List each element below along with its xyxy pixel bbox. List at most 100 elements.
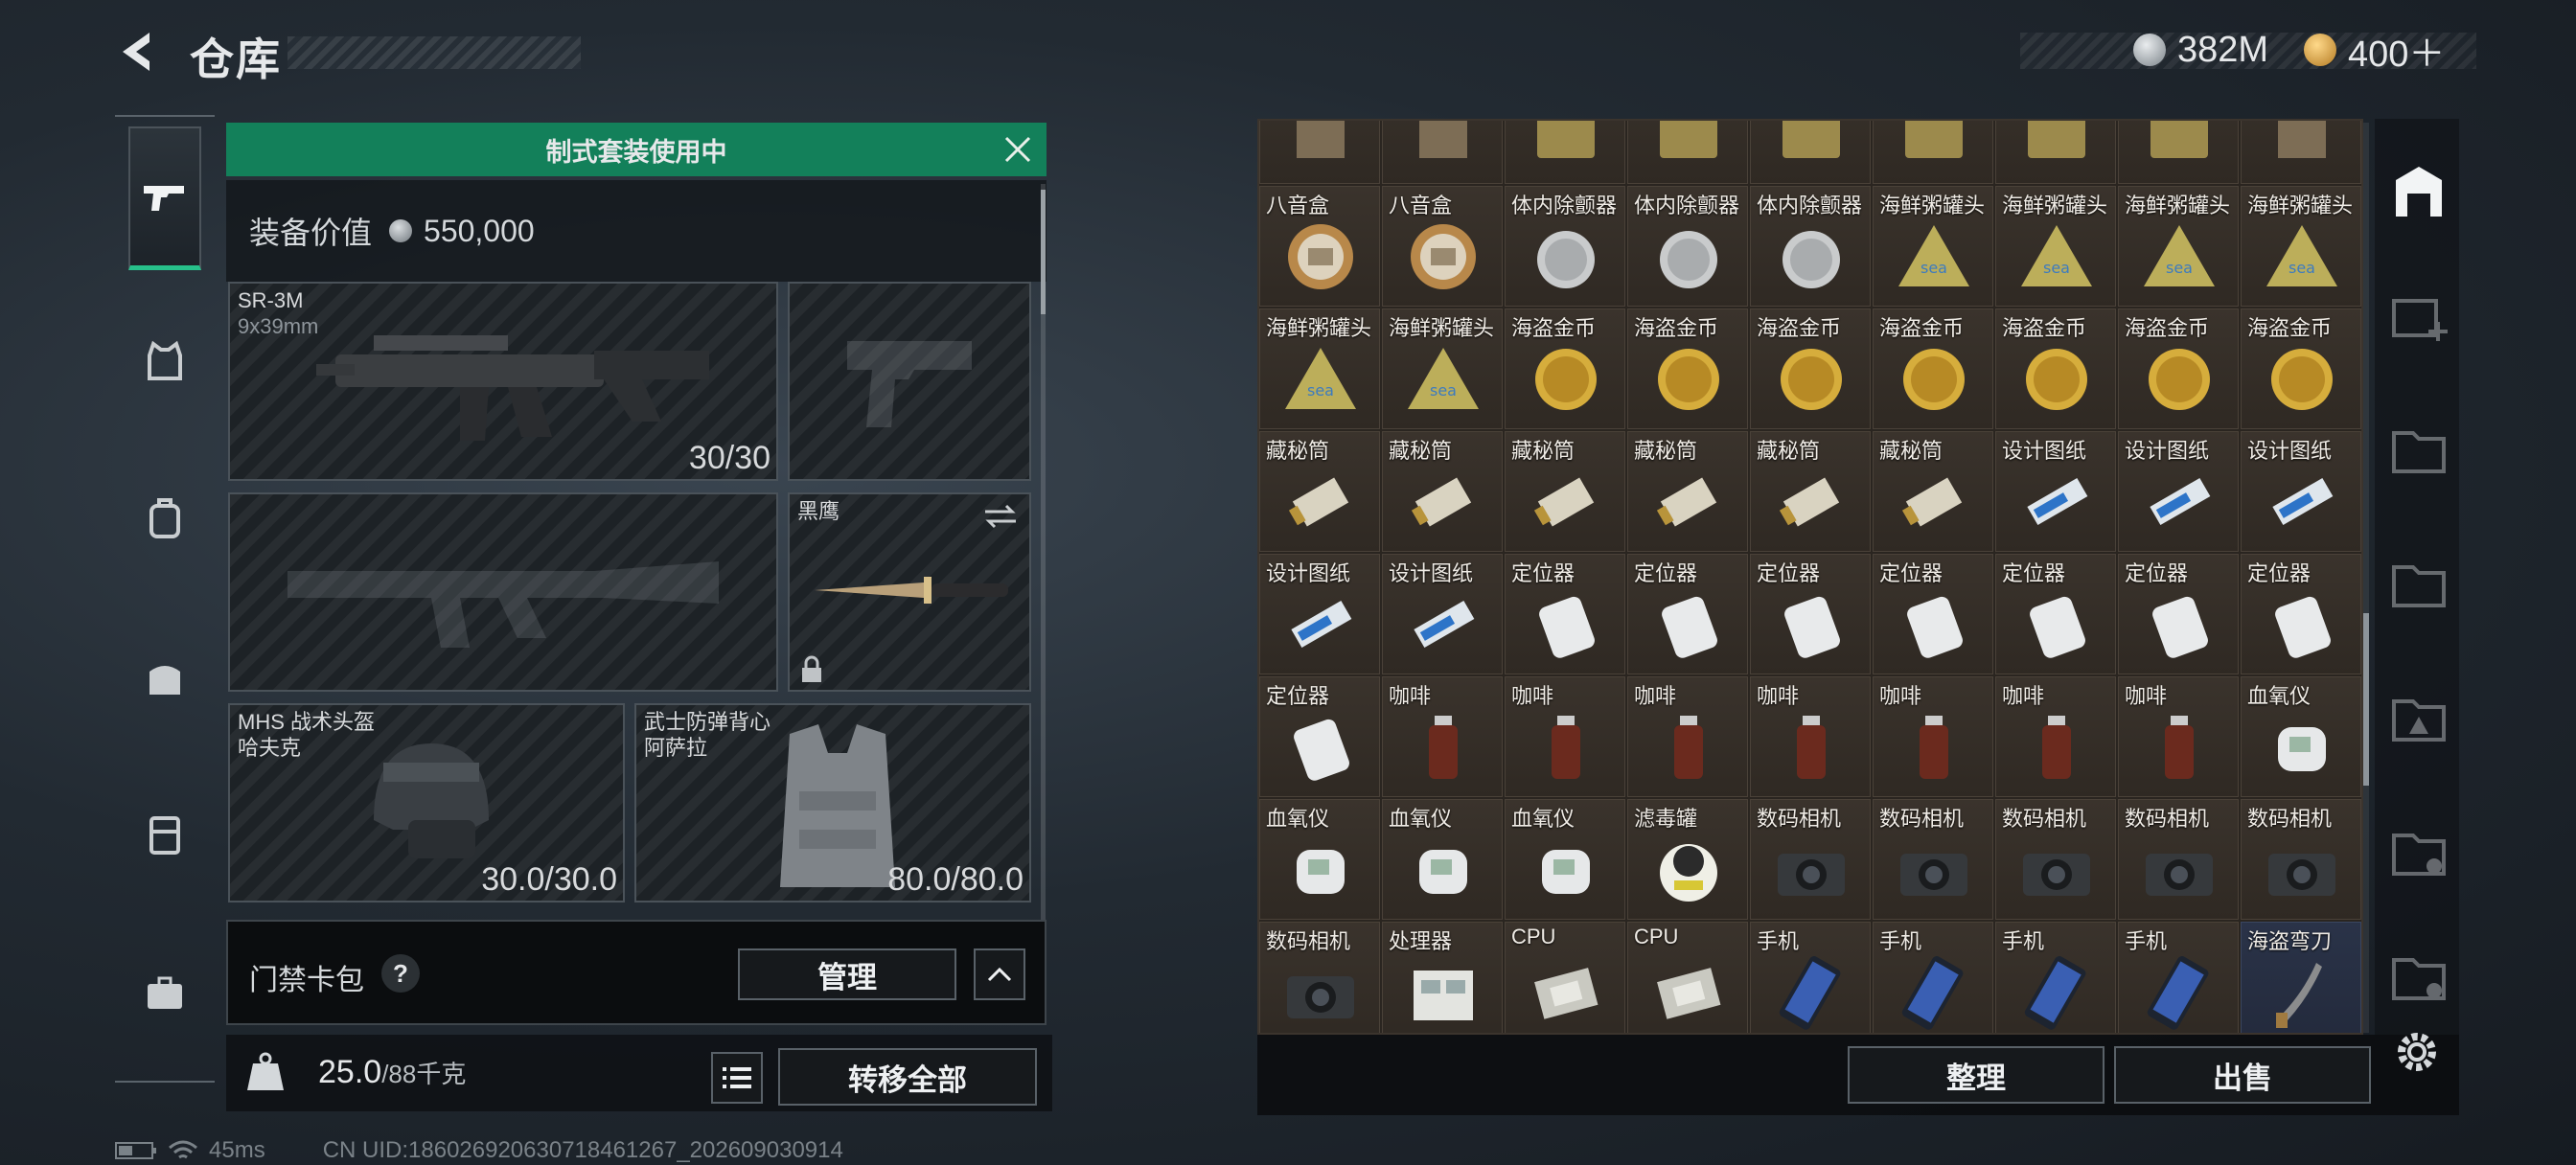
add-storage-icon[interactable] [2388,286,2450,347]
secondary-weapon-slot[interactable] [228,492,778,692]
inventory-item[interactable]: 手机 [1750,922,1871,1033]
folder-icon[interactable] [2388,420,2450,481]
inventory-item[interactable]: 咖啡 [1382,676,1503,797]
sidebar-item-bag[interactable] [128,605,201,749]
vest-slot[interactable]: 武士防弹背心 阿萨拉 80.0/80.0 [634,703,1031,902]
sidebar-item-case[interactable] [128,922,201,1065]
inventory-item[interactable]: 藏秘筒 [1750,431,1871,552]
inventory-item[interactable]: 海鲜粥罐头 sea [1382,308,1503,429]
inventory-item[interactable]: 海盗金币 [1505,308,1625,429]
folder-lock-icon[interactable] [2388,947,2450,1008]
inventory-item[interactable]: 体内除颤器 [1750,186,1871,307]
inventory-item[interactable]: 八音盒 [1259,186,1380,307]
folder-icon[interactable] [2388,554,2450,615]
inventory-item[interactable]: 定位器 [1259,676,1380,797]
inventory-item[interactable]: 咖啡 [1627,676,1748,797]
inventory-item[interactable]: 定位器 [2241,554,2361,674]
inventory-item[interactable]: 设计图纸 [1259,554,1380,674]
inventory-item[interactable]: 血氧仪 [1259,799,1380,920]
inventory-item[interactable]: 设计图纸 [2241,431,2361,552]
sidearm-slot[interactable] [788,282,1031,481]
help-icon[interactable]: ? [381,954,420,993]
inventory-item[interactable]: 处理器 [1382,922,1503,1033]
inventory-item[interactable] [2241,121,2361,184]
warehouse-icon[interactable] [2388,161,2450,222]
inventory-item[interactable]: 藏秘筒 [1505,431,1625,552]
inventory-item[interactable]: 咖啡 [1750,676,1871,797]
back-arrow-icon[interactable] [113,27,163,77]
inventory-item[interactable]: 血氧仪 [1505,799,1625,920]
sort-button[interactable]: 整理 [1848,1046,2104,1104]
inventory-item[interactable]: 海盗金币 [1627,308,1748,429]
inventory-item[interactable]: 数码相机 [1995,799,2116,920]
inventory-item[interactable]: 手机 [1995,922,2116,1033]
inventory-item[interactable]: 藏秘筒 [1873,431,1993,552]
inventory-item[interactable] [1382,121,1503,184]
inventory-item[interactable]: 体内除颤器 [1627,186,1748,307]
silver-currency[interactable]: 382M [2133,25,2268,75]
inventory-item[interactable]: 藏秘筒 [1382,431,1503,552]
sidebar-item-backpack[interactable] [128,447,201,591]
inventory-item[interactable]: 咖啡 [2118,676,2239,797]
inventory-item[interactable]: 藏秘筒 [1627,431,1748,552]
inventory-item[interactable]: 海盗弯刀 [2241,922,2361,1033]
inventory-item[interactable]: 藏秘筒 [1259,431,1380,552]
inventory-item[interactable]: CPU [1505,922,1625,1033]
inventory-item[interactable]: 定位器 [1627,554,1748,674]
inventory-item[interactable]: 定位器 [1995,554,2116,674]
inventory-item[interactable] [1995,121,2116,184]
melee-slot[interactable]: 黑鹰 [788,492,1031,692]
inventory-item[interactable]: 海盗金币 [1873,308,1993,429]
inventory-item[interactable] [2118,121,2239,184]
inventory-item[interactable]: 定位器 [1873,554,1993,674]
inventory-item[interactable]: 设计图纸 [1382,554,1503,674]
sidebar-item-armor[interactable] [128,289,201,433]
inventory-item[interactable]: 定位器 [2118,554,2239,674]
collapse-button[interactable] [974,948,1025,1000]
inventory-item[interactable] [1259,121,1380,184]
gear-icon[interactable] [2390,1025,2444,1079]
sidebar-item-weapon[interactable] [128,126,201,270]
inventory-item[interactable]: 咖啡 [1995,676,2116,797]
inventory-item[interactable]: 血氧仪 [2241,676,2361,797]
inventory-item[interactable]: 设计图纸 [1995,431,2116,552]
inventory-item[interactable] [1627,121,1748,184]
list-view-button[interactable] [711,1052,763,1104]
inventory-item[interactable]: 海盗金币 [2241,308,2361,429]
gold-currency[interactable]: 400＋ [2304,25,2445,75]
sell-button[interactable]: 出售 [2114,1046,2371,1104]
folder-lock-icon[interactable] [2388,822,2450,883]
inventory-item[interactable]: CPU [1627,922,1748,1033]
inventory-item[interactable] [1505,121,1625,184]
equipment-scroll-thumb[interactable] [1041,190,1046,314]
inventory-item[interactable]: 海鲜粥罐头 sea [2118,186,2239,307]
inventory-item[interactable]: 海鲜粥罐头 sea [1995,186,2116,307]
close-icon[interactable] [1000,132,1035,167]
inventory-item[interactable]: 八音盒 [1382,186,1503,307]
inventory-item[interactable]: 数码相机 [2241,799,2361,920]
inventory-item[interactable]: 体内除颤器 [1505,186,1625,307]
inventory-item[interactable]: 手机 [2118,922,2239,1033]
inventory-scrollbar[interactable] [2363,123,2369,1033]
swap-icon[interactable] [981,502,1020,531]
inventory-item[interactable]: 设计图纸 [2118,431,2239,552]
inventory-item[interactable]: 海鲜粥罐头 sea [1873,186,1993,307]
inventory-item[interactable]: 滤毒罐 [1627,799,1748,920]
inventory-scroll-thumb[interactable] [2363,613,2369,786]
inventory-item[interactable]: 咖啡 [1505,676,1625,797]
inventory-item[interactable]: 海盗金币 [1750,308,1871,429]
inventory-item[interactable] [1750,121,1871,184]
primary-weapon-slot[interactable]: SR-3M 9x39mm 30/30 [228,282,778,481]
inventory-item[interactable]: 血氧仪 [1382,799,1503,920]
inventory-item[interactable]: 数码相机 [1259,922,1380,1033]
inventory-item[interactable]: 数码相机 [1873,799,1993,920]
transfer-all-button[interactable]: 转移全部 [778,1048,1037,1106]
helmet-slot[interactable]: MHS 战术头盔 哈夫克 30.0/30.0 [228,703,625,902]
inventory-item[interactable]: 数码相机 [1750,799,1871,920]
manage-button[interactable]: 管理 [738,948,956,1000]
folder-warning-icon[interactable] [2388,688,2450,749]
inventory-item[interactable]: 咖啡 [1873,676,1993,797]
inventory-item[interactable]: 数码相机 [2118,799,2239,920]
inventory-item[interactable]: 定位器 [1750,554,1871,674]
inventory-item[interactable]: 海鲜粥罐头 sea [1259,308,1380,429]
